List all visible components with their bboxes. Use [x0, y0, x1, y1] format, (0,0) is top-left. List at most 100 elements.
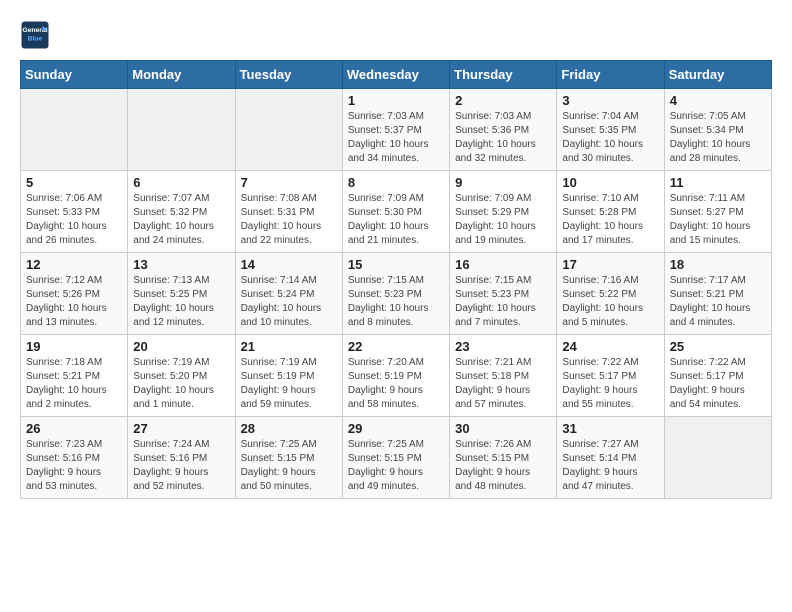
day-number: 25	[670, 339, 766, 354]
day-info: Sunrise: 7:27 AM Sunset: 5:14 PM Dayligh…	[562, 438, 658, 494]
day-number: 18	[670, 257, 766, 272]
day-number: 12	[26, 257, 122, 272]
day-info: Sunrise: 7:14 AM Sunset: 5:24 PM Dayligh…	[241, 274, 337, 330]
calendar-cell	[664, 417, 771, 499]
calendar-week-4: 19Sunrise: 7:18 AM Sunset: 5:21 PM Dayli…	[21, 335, 772, 417]
day-number: 4	[670, 93, 766, 108]
calendar-cell: 24 Sunrise: 7:22 AM Sunset: 5:17 PM Dayli…	[557, 335, 664, 417]
day-info: Sunrise: 7:04 AM Sunset: 5:35 PM Dayligh…	[562, 110, 658, 166]
day-info: Sunrise: 7:22 AM Sunset: 5:17 PM Dayligh…	[670, 356, 766, 412]
day-number: 1	[348, 93, 444, 108]
day-info: Sunrise: 7:15 AM Sunset: 5:23 PM Dayligh…	[348, 274, 444, 330]
calendar-cell: 21Sunrise: 7:19 AM Sunset: 5:19 PM Dayli…	[235, 335, 342, 417]
calendar-cell: 22 Sunrise: 7:20 AM Sunset: 5:19 PM Dayli…	[342, 335, 449, 417]
calendar-cell: 8Sunrise: 7:09 AM Sunset: 5:30 PM Daylig…	[342, 171, 449, 253]
calendar-cell: 10 Sunrise: 7:10 AM Sunset: 5:28 PM Dayli…	[557, 171, 664, 253]
day-info: Sunrise: 7:13 AM Sunset: 5:25 PM Dayligh…	[133, 274, 229, 330]
calendar-cell: 12 Sunrise: 7:12 AM Sunset: 5:26 PM Dayli…	[21, 253, 128, 335]
day-number: 16	[455, 257, 551, 272]
day-info: Sunrise: 7:16 AM Sunset: 5:22 PM Dayligh…	[562, 274, 658, 330]
calendar-cell	[21, 89, 128, 171]
calendar-cell: 14 Sunrise: 7:14 AM Sunset: 5:24 PM Dayli…	[235, 253, 342, 335]
calendar-cell: 27Sunrise: 7:24 AM Sunset: 5:16 PM Dayli…	[128, 417, 235, 499]
day-info: Sunrise: 7:07 AM Sunset: 5:32 PM Dayligh…	[133, 192, 229, 248]
day-info: Sunrise: 7:03 AM Sunset: 5:37 PM Dayligh…	[348, 110, 444, 166]
weekday-header-wednesday: Wednesday	[342, 61, 449, 89]
day-number: 29	[348, 421, 444, 436]
weekday-header-sunday: Sunday	[21, 61, 128, 89]
day-number: 21	[241, 339, 337, 354]
page-header: General Blue	[20, 20, 772, 50]
calendar-cell: 15 Sunrise: 7:15 AM Sunset: 5:23 PM Dayli…	[342, 253, 449, 335]
weekday-header-monday: Monday	[128, 61, 235, 89]
day-number: 23	[455, 339, 551, 354]
weekday-header-friday: Friday	[557, 61, 664, 89]
day-number: 3	[562, 93, 658, 108]
weekday-header-tuesday: Tuesday	[235, 61, 342, 89]
calendar-cell: 7 Sunrise: 7:08 AM Sunset: 5:31 PM Daylig…	[235, 171, 342, 253]
day-info: Sunrise: 7:11 AM Sunset: 5:27 PM Dayligh…	[670, 192, 766, 248]
day-number: 17	[562, 257, 658, 272]
day-info: Sunrise: 7:05 AM Sunset: 5:34 PM Dayligh…	[670, 110, 766, 166]
day-number: 7	[241, 175, 337, 190]
calendar-cell: 23 Sunrise: 7:21 AM Sunset: 5:18 PM Dayli…	[450, 335, 557, 417]
day-info: Sunrise: 7:10 AM Sunset: 5:28 PM Dayligh…	[562, 192, 658, 248]
logo-icon: General Blue	[20, 20, 50, 50]
day-number: 6	[133, 175, 229, 190]
day-info: Sunrise: 7:08 AM Sunset: 5:31 PM Dayligh…	[241, 192, 337, 248]
day-number: 13	[133, 257, 229, 272]
logo: General Blue	[20, 20, 50, 50]
svg-text:Blue: Blue	[28, 35, 43, 42]
day-number: 10	[562, 175, 658, 190]
weekday-header-saturday: Saturday	[664, 61, 771, 89]
day-info: Sunrise: 7:15 AM Sunset: 5:23 PM Dayligh…	[455, 274, 551, 330]
day-info: Sunrise: 7:22 AM Sunset: 5:17 PM Dayligh…	[562, 356, 658, 412]
day-number: 27	[133, 421, 229, 436]
day-info: Sunrise: 7:25 AM Sunset: 5:15 PM Dayligh…	[241, 438, 337, 494]
weekday-header-row: SundayMondayTuesdayWednesdayThursdayFrid…	[21, 61, 772, 89]
day-info: Sunrise: 7:26 AM Sunset: 5:15 PM Dayligh…	[455, 438, 551, 494]
calendar-week-2: 5Sunrise: 7:06 AM Sunset: 5:33 PM Daylig…	[21, 171, 772, 253]
calendar-cell: 4 Sunrise: 7:05 AM Sunset: 5:34 PM Daylig…	[664, 89, 771, 171]
calendar-cell: 19Sunrise: 7:18 AM Sunset: 5:21 PM Dayli…	[21, 335, 128, 417]
calendar-cell	[128, 89, 235, 171]
calendar-cell: 16 Sunrise: 7:15 AM Sunset: 5:23 PM Dayli…	[450, 253, 557, 335]
calendar-cell: 2Sunrise: 7:03 AM Sunset: 5:36 PM Daylig…	[450, 89, 557, 171]
weekday-header-thursday: Thursday	[450, 61, 557, 89]
day-info: Sunrise: 7:20 AM Sunset: 5:19 PM Dayligh…	[348, 356, 444, 412]
day-info: Sunrise: 7:23 AM Sunset: 5:16 PM Dayligh…	[26, 438, 122, 494]
day-number: 14	[241, 257, 337, 272]
calendar-cell: 1 Sunrise: 7:03 AM Sunset: 5:37 PM Daylig…	[342, 89, 449, 171]
day-number: 24	[562, 339, 658, 354]
calendar-week-1: 1 Sunrise: 7:03 AM Sunset: 5:37 PM Daylig…	[21, 89, 772, 171]
day-number: 9	[455, 175, 551, 190]
day-number: 22	[348, 339, 444, 354]
calendar-cell: 6 Sunrise: 7:07 AM Sunset: 5:32 PM Daylig…	[128, 171, 235, 253]
day-info: Sunrise: 7:21 AM Sunset: 5:18 PM Dayligh…	[455, 356, 551, 412]
calendar-cell: 30Sunrise: 7:26 AM Sunset: 5:15 PM Dayli…	[450, 417, 557, 499]
day-info: Sunrise: 7:06 AM Sunset: 5:33 PM Dayligh…	[26, 192, 122, 248]
calendar-week-3: 12 Sunrise: 7:12 AM Sunset: 5:26 PM Dayli…	[21, 253, 772, 335]
calendar-week-5: 26 Sunrise: 7:23 AM Sunset: 5:16 PM Dayli…	[21, 417, 772, 499]
calendar-cell: 5Sunrise: 7:06 AM Sunset: 5:33 PM Daylig…	[21, 171, 128, 253]
day-number: 20	[133, 339, 229, 354]
calendar-cell: 28 Sunrise: 7:25 AM Sunset: 5:15 PM Dayli…	[235, 417, 342, 499]
day-number: 11	[670, 175, 766, 190]
calendar-cell: 18 Sunrise: 7:17 AM Sunset: 5:21 PM Dayli…	[664, 253, 771, 335]
calendar-cell: 11 Sunrise: 7:11 AM Sunset: 5:27 PM Dayli…	[664, 171, 771, 253]
day-info: Sunrise: 7:25 AM Sunset: 5:15 PM Dayligh…	[348, 438, 444, 494]
calendar-cell: 26 Sunrise: 7:23 AM Sunset: 5:16 PM Dayli…	[21, 417, 128, 499]
calendar-cell: 31Sunrise: 7:27 AM Sunset: 5:14 PM Dayli…	[557, 417, 664, 499]
calendar-cell	[235, 89, 342, 171]
calendar-cell: 29 Sunrise: 7:25 AM Sunset: 5:15 PM Dayli…	[342, 417, 449, 499]
day-number: 15	[348, 257, 444, 272]
day-number: 26	[26, 421, 122, 436]
day-info: Sunrise: 7:17 AM Sunset: 5:21 PM Dayligh…	[670, 274, 766, 330]
calendar-cell: 25 Sunrise: 7:22 AM Sunset: 5:17 PM Dayli…	[664, 335, 771, 417]
calendar-cell: 13 Sunrise: 7:13 AM Sunset: 5:25 PM Dayli…	[128, 253, 235, 335]
calendar-table: SundayMondayTuesdayWednesdayThursdayFrid…	[20, 60, 772, 499]
day-info: Sunrise: 7:12 AM Sunset: 5:26 PM Dayligh…	[26, 274, 122, 330]
day-number: 28	[241, 421, 337, 436]
day-info: Sunrise: 7:09 AM Sunset: 5:29 PM Dayligh…	[455, 192, 551, 248]
day-info: Sunrise: 7:18 AM Sunset: 5:21 PM Dayligh…	[26, 356, 122, 412]
